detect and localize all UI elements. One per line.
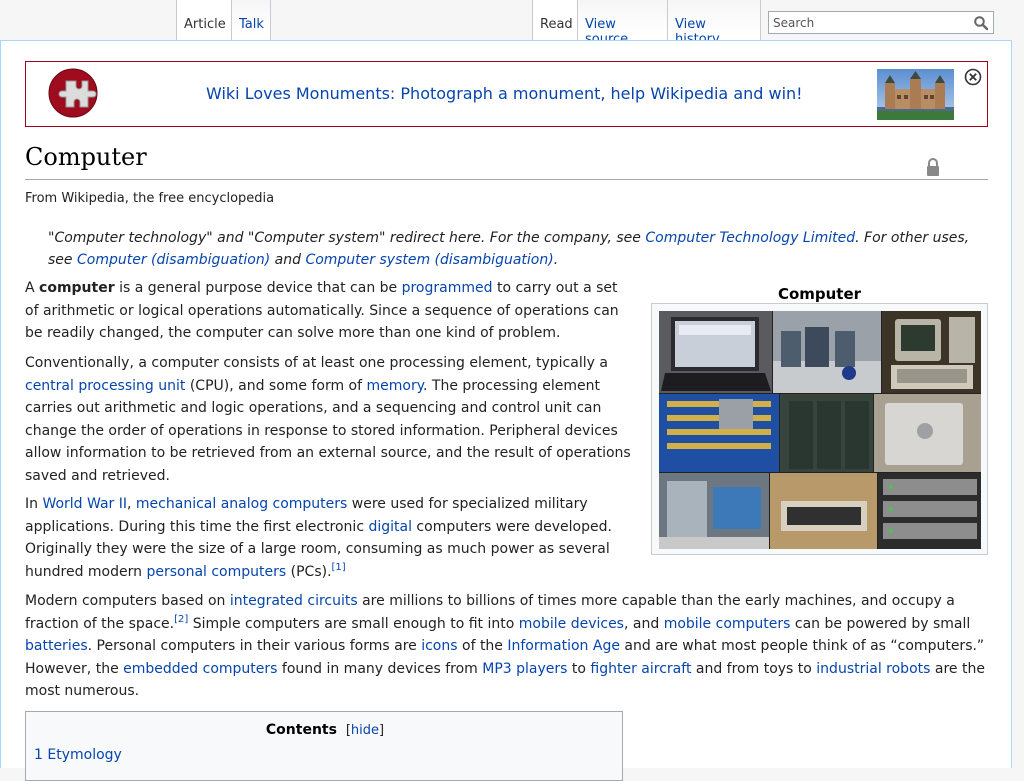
- link-batteries[interactable]: batteries: [25, 638, 88, 654]
- paragraph-4: Modern computers based on integrated cir…: [25, 590, 987, 703]
- reference-1[interactable]: [1]: [332, 562, 346, 573]
- text: . Personal computers in their various fo…: [87, 638, 422, 654]
- text: (PCs).: [286, 563, 332, 580]
- link-computer-system-disambiguation[interactable]: Computer system (disambiguation): [305, 252, 553, 268]
- hatnote-text: "Computer technology" and "Computer syst…: [48, 230, 646, 246]
- text: can be powered by small: [790, 615, 971, 632]
- link-programmed[interactable]: programmed: [402, 280, 493, 296]
- link-personal-computers[interactable]: personal computers: [146, 564, 286, 580]
- text: to: [567, 660, 591, 677]
- link-information-age[interactable]: Information Age: [507, 638, 620, 654]
- text: ,: [127, 496, 136, 512]
- link-embedded-computers[interactable]: embedded computers: [123, 661, 277, 677]
- infobox-frame: [651, 303, 988, 555]
- text: Modern computers based on: [25, 593, 230, 609]
- tab-article[interactable]: Article: [176, 0, 232, 40]
- computer-collage-image[interactable]: [659, 311, 981, 553]
- link-fighter-aircraft[interactable]: fighter aircraft: [590, 661, 691, 677]
- link-mp3-players[interactable]: MP3 players: [482, 661, 567, 677]
- reference-2[interactable]: [2]: [174, 614, 188, 625]
- hatnote-text: .: [553, 252, 559, 268]
- paragraph-1: A computer is a general purpose device t…: [25, 277, 635, 345]
- text: and from toys to: [691, 660, 817, 677]
- toc-item-label: Etymology: [47, 747, 122, 763]
- text: In: [25, 496, 43, 512]
- text: found in many devices from: [277, 660, 483, 677]
- castle-photo[interactable]: [877, 69, 954, 120]
- text: is a general purpose device that can be: [114, 280, 402, 296]
- link-digital[interactable]: digital: [368, 519, 412, 535]
- tab-talk[interactable]: Talk: [231, 0, 271, 40]
- text: Conventionally, a computer consists of a…: [25, 355, 608, 371]
- link-mobile-computers[interactable]: mobile computers: [664, 616, 791, 632]
- tab-view-history[interactable]: View history: [667, 0, 761, 47]
- wiki-loves-monuments-logo-icon: [44, 67, 108, 125]
- infobox: Computer: [651, 285, 988, 555]
- text: (CPU), and some form of: [185, 377, 367, 394]
- text: Simple computers are small enough to fit…: [188, 615, 519, 632]
- hatnote-text: and: [270, 252, 306, 268]
- search-box: [768, 11, 994, 34]
- bold-term: computer: [39, 280, 115, 296]
- table-of-contents: Contents [hide] 1 Etymology: [25, 711, 623, 781]
- top-navigation: Article Talk Read View source View histo…: [0, 0, 1024, 47]
- link-icons[interactable]: icons: [421, 638, 457, 654]
- toc-item-etymology[interactable]: 1 Etymology: [34, 747, 122, 763]
- hatnote: "Computer technology" and "Computer syst…: [48, 227, 988, 271]
- page-title: Computer: [25, 143, 147, 171]
- link-mobile-devices[interactable]: mobile devices: [519, 616, 624, 632]
- text: of the: [457, 638, 508, 654]
- link-industrial-robots[interactable]: industrial robots: [816, 661, 930, 677]
- link-computer-technology-limited[interactable]: Computer Technology Limited: [645, 230, 855, 246]
- title-divider: [25, 179, 988, 180]
- link-central-processing-unit[interactable]: central processing unit: [25, 378, 185, 394]
- infobox-title: Computer: [777, 285, 862, 303]
- tab-read[interactable]: Read: [532, 0, 578, 40]
- toc-item-number: 1: [34, 747, 43, 763]
- text: , and: [623, 615, 664, 632]
- text: A: [25, 280, 40, 296]
- close-icon[interactable]: [964, 68, 982, 90]
- link-integrated-circuits[interactable]: integrated circuits: [230, 593, 358, 609]
- toc-title: Contents: [265, 722, 337, 738]
- search-icon[interactable]: [973, 15, 989, 31]
- link-computer-disambiguation[interactable]: Computer (disambiguation): [77, 252, 270, 268]
- link-memory[interactable]: memory: [367, 378, 424, 394]
- paragraph-2: Conventionally, a computer consists of a…: [25, 352, 641, 487]
- link-mechanical-analog-computers[interactable]: mechanical analog computers: [136, 496, 347, 512]
- toc-header: Contents [hide]: [26, 722, 624, 738]
- toc-bracket: ]: [379, 723, 385, 738]
- link-world-war-ii[interactable]: World War II: [42, 496, 127, 512]
- site-subtitle: From Wikipedia, the free encyclopedia: [25, 191, 275, 206]
- search-input[interactable]: [769, 12, 969, 33]
- content-area: Wiki Loves Monuments: Photograph a monum…: [0, 40, 1012, 781]
- banner-link[interactable]: Wiki Loves Monuments: Photograph a monum…: [206, 84, 803, 103]
- tab-view-source[interactable]: View source: [577, 0, 668, 47]
- site-notice-banner: Wiki Loves Monuments: Photograph a monum…: [25, 61, 988, 127]
- toc-hide-link[interactable]: hide: [351, 723, 379, 738]
- paragraph-3: In World War II, mechanical analog compu…: [25, 493, 637, 583]
- lock-icon[interactable]: [925, 157, 941, 181]
